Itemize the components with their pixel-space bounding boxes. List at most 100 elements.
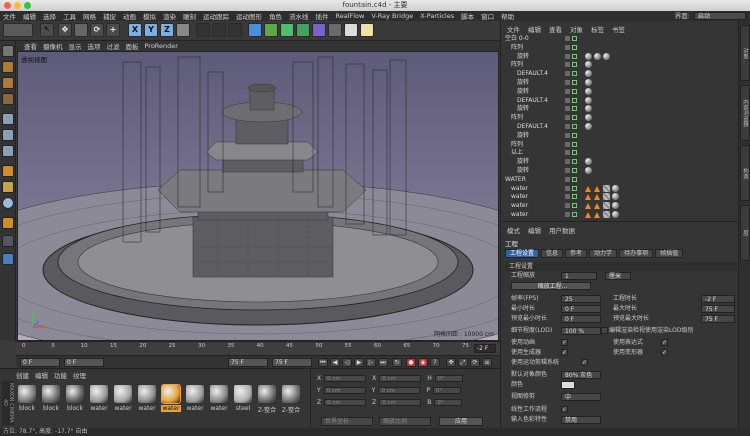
- enable-toggle[interactable]: [572, 36, 577, 41]
- enable-toggle[interactable]: [572, 53, 577, 59]
- menu-item[interactable]: 模拟: [143, 11, 156, 21]
- material-tag-icon[interactable]: [612, 202, 619, 210]
- object-row[interactable]: 阵列: [505, 44, 737, 52]
- min-time-field[interactable]: 0 F: [561, 305, 601, 313]
- menu-item[interactable]: 窗口: [481, 11, 494, 21]
- perspective-viewport[interactable]: 透视视图 网格间距 : 10000 cm: [17, 51, 499, 341]
- object-row[interactable]: 以上: [505, 149, 737, 157]
- lod-field[interactable]: 100 %: [561, 327, 601, 335]
- attribute-tab[interactable]: 参考: [565, 249, 588, 258]
- goto-end-icon[interactable]: ⏭: [378, 358, 388, 367]
- visibility-toggle[interactable]: [565, 124, 570, 129]
- scale-icon[interactable]: [74, 23, 88, 37]
- deformer-icon[interactable]: [312, 23, 326, 37]
- menu-item[interactable]: V-Ray Bridge: [371, 12, 413, 20]
- object-row[interactable]: 阵列: [505, 114, 737, 122]
- warning-tag-icon[interactable]: [594, 185, 600, 192]
- visibility-toggle[interactable]: [565, 185, 570, 191]
- enable-toggle[interactable]: [572, 80, 577, 85]
- visibility-toggle[interactable]: [565, 159, 570, 165]
- visibility-toggle[interactable]: [565, 80, 570, 85]
- use-expressions-checkbox[interactable]: ✓: [661, 339, 668, 346]
- attribute-tab[interactable]: 帧插值: [655, 249, 684, 258]
- light-icon[interactable]: [360, 23, 374, 37]
- menu-item[interactable]: 角色: [269, 11, 282, 21]
- warning-tag-icon[interactable]: [585, 212, 591, 218]
- attribute-menu-item[interactable]: 编辑: [528, 225, 541, 235]
- visibility-toggle[interactable]: [565, 176, 570, 182]
- timeline-menu-icon[interactable]: ≡: [482, 358, 492, 367]
- key-scale-icon[interactable]: ⤢: [458, 358, 468, 367]
- material-swatch[interactable]: Z-整合: [257, 383, 277, 415]
- preview-min-field[interactable]: 0 F: [561, 315, 601, 323]
- workplane-icon[interactable]: [2, 93, 14, 105]
- move-icon[interactable]: ✥: [58, 23, 72, 37]
- object-row[interactable]: 旋转: [505, 167, 737, 175]
- menu-item[interactable]: 脚本: [461, 11, 474, 21]
- object-menu-item[interactable]: 查看: [549, 24, 562, 34]
- scale-project-button[interactable]: 缩放工程...: [511, 282, 591, 290]
- enable-toggle[interactable]: [572, 132, 577, 138]
- object-row[interactable]: DEFAULT.4: [505, 123, 737, 131]
- object-row[interactable]: 旋转: [505, 79, 737, 87]
- material-swatch[interactable]: water: [209, 383, 229, 415]
- prev-frame-icon[interactable]: ◁: [342, 358, 352, 367]
- visibility-toggle[interactable]: [565, 36, 570, 41]
- camera-icon[interactable]: [344, 23, 358, 37]
- attribute-tab[interactable]: 信息: [541, 249, 564, 258]
- undo-redo-button[interactable]: [3, 23, 33, 37]
- object-row[interactable]: 阵列: [505, 61, 737, 69]
- side-tab[interactable]: 内容浏览器: [740, 85, 750, 141]
- material-tag-icon[interactable]: [612, 193, 619, 201]
- min-frame-field[interactable]: 0 F: [64, 358, 104, 367]
- object-row[interactable]: WATER: [505, 176, 737, 184]
- start-frame-field[interactable]: 0 F: [20, 358, 60, 367]
- end-frame-field[interactable]: 75 F: [272, 358, 312, 367]
- material-tag-icon[interactable]: [585, 158, 592, 166]
- visibility-toggle[interactable]: [565, 53, 570, 59]
- attribute-tab[interactable]: 工程设置: [505, 249, 540, 258]
- snap-icon[interactable]: [2, 197, 14, 209]
- material-tag-icon[interactable]: [585, 52, 592, 60]
- subdivision-icon[interactable]: [280, 23, 294, 37]
- model-mode-icon[interactable]: [2, 61, 14, 73]
- view-clipping-select[interactable]: 中: [561, 393, 601, 401]
- axis-z-button[interactable]: Z: [160, 23, 174, 37]
- visibility-toggle[interactable]: [565, 150, 570, 156]
- coordinate-mode-select[interactable]: 世界坐标: [321, 417, 373, 426]
- material-tag-icon[interactable]: [612, 211, 619, 218]
- size-field[interactable]: 0 cm: [379, 375, 422, 382]
- menu-item[interactable]: 动画: [123, 11, 136, 21]
- input-color-select[interactable]: 禁用: [561, 416, 601, 424]
- menu-item[interactable]: 文件: [3, 11, 16, 21]
- material-menu-item[interactable]: 编辑: [35, 370, 48, 380]
- cloner-icon[interactable]: [296, 23, 310, 37]
- material-swatch[interactable]: water: [89, 383, 109, 415]
- record-icon[interactable]: ●: [406, 358, 416, 367]
- use-animation-checkbox[interactable]: ✓: [561, 339, 568, 346]
- render-lod-checkbox[interactable]: [601, 327, 608, 334]
- attribute-tab[interactable]: 待办事项: [619, 249, 654, 258]
- warning-tag-icon[interactable]: [594, 203, 600, 210]
- object-row[interactable]: water: [505, 184, 737, 193]
- material-swatch[interactable]: block: [41, 383, 61, 415]
- position-field[interactable]: 0 cm: [324, 399, 367, 406]
- material-swatch[interactable]: water: [161, 383, 181, 415]
- minimize-window-icon[interactable]: [14, 2, 21, 9]
- material-tag-icon[interactable]: [612, 184, 619, 192]
- material-menu-item[interactable]: 创建: [16, 370, 29, 380]
- enable-toggle[interactable]: [572, 88, 577, 94]
- menu-item[interactable]: 网格: [83, 11, 96, 21]
- visibility-toggle[interactable]: [565, 62, 570, 68]
- max-frame-field[interactable]: 75 F: [228, 358, 268, 367]
- texture-tag-icon[interactable]: [603, 202, 610, 210]
- use-motion-checkbox[interactable]: ✓: [581, 359, 588, 366]
- material-tag-icon[interactable]: [585, 61, 592, 69]
- object-row[interactable]: 旋转: [505, 158, 737, 166]
- visibility-toggle[interactable]: [565, 71, 570, 77]
- warning-tag-icon[interactable]: [594, 194, 600, 201]
- object-menu-item[interactable]: 文件: [507, 24, 520, 34]
- side-tab[interactable]: 构造: [740, 145, 750, 201]
- tweak-mode-icon[interactable]: [2, 181, 14, 193]
- visibility-toggle[interactable]: [565, 88, 570, 94]
